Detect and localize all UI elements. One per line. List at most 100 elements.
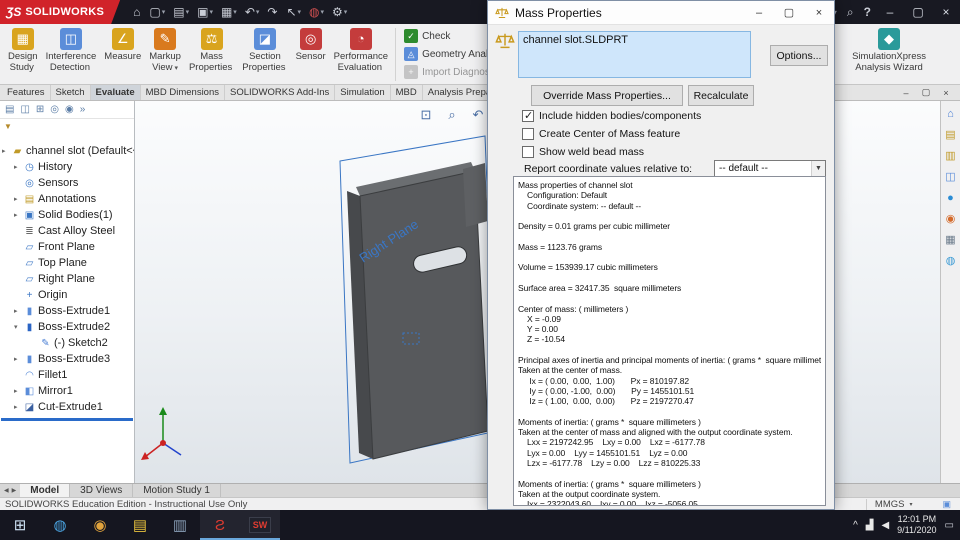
- expand-arrow-icon[interactable]: ▸: [14, 195, 23, 203]
- model-upright[interactable]: [463, 163, 488, 227]
- dropdown-caret-icon[interactable]: ▼: [811, 161, 825, 176]
- taskbar-item[interactable]: ▥: [160, 510, 200, 540]
- tree-item[interactable]: ▸ ◧ Mirror1: [0, 383, 134, 399]
- units-selector[interactable]: MMGS ▾: [865, 498, 912, 510]
- titlebar-tool-button[interactable]: ▤ ▾: [170, 3, 192, 21]
- model-tab[interactable]: Model: [20, 484, 71, 497]
- titlebar-tool-button[interactable]: ◍ ▾: [306, 3, 327, 21]
- window-control-button[interactable]: ▢: [904, 0, 932, 24]
- tree-item[interactable]: ▸ ◪ Cut-Extrude1: [0, 399, 134, 415]
- expand-arrow-icon[interactable]: ▸: [2, 147, 11, 155]
- manager-tab-icon[interactable]: ▤: [5, 104, 14, 115]
- ribbon-button[interactable]: ◎ Sensor: [292, 26, 330, 83]
- dialog-control-button[interactable]: –: [744, 1, 774, 24]
- command-tab[interactable]: SOLIDWORKS Add-Ins: [225, 85, 336, 100]
- ribbon-button[interactable]: ✎ Markup View ▾: [145, 26, 185, 83]
- expand-arrow-icon[interactable]: ▸: [14, 307, 23, 315]
- taskbar-item[interactable]: ⊞: [0, 510, 40, 540]
- dialog-checkbox[interactable]: Show weld bead mass: [522, 145, 701, 158]
- expand-arrow-icon[interactable]: ▸: [14, 211, 23, 219]
- command-tab[interactable]: Simulation: [335, 85, 391, 100]
- dialog-checkbox[interactable]: Include hidden bodies/components: [522, 109, 701, 122]
- doc-window-control-button[interactable]: ×: [938, 88, 954, 98]
- dialog-titlebar[interactable]: Mass Properties – ▢ ×: [488, 1, 834, 25]
- tree-item[interactable]: ▸ ▣ Solid Bodies(1): [0, 207, 134, 223]
- document-name-field[interactable]: channel slot.SLDPRT: [518, 31, 751, 78]
- tree-item[interactable]: ◠ Fillet1: [0, 367, 134, 383]
- headsup-icon[interactable]: ↶: [469, 106, 487, 124]
- tree-item[interactable]: ▸ ▮ Boss-Extrude3: [0, 351, 134, 367]
- taskbar-item[interactable]: ◍: [40, 510, 80, 540]
- tree-item[interactable]: ▱ Right Plane: [0, 271, 134, 287]
- mass-properties-results[interactable]: Mass properties of channel slot Configur…: [513, 176, 826, 506]
- checkbox-box[interactable]: [522, 109, 534, 122]
- override-mass-properties-button[interactable]: Override Mass Properties...: [531, 85, 683, 106]
- ribbon-button[interactable]: ◫ Interference Detection: [42, 26, 101, 83]
- titlebar-tool-button[interactable]: ↶ ▾: [242, 3, 263, 21]
- tab-scroll-icon[interactable]: ▶: [12, 487, 17, 494]
- command-tab[interactable]: MBD Dimensions: [141, 85, 226, 100]
- taskbar-item[interactable]: ◉: [80, 510, 120, 540]
- rollback-bar[interactable]: [1, 418, 133, 421]
- taskpane-icon[interactable]: ▦: [945, 235, 955, 246]
- dialog-control-button[interactable]: ▢: [774, 1, 804, 24]
- headsup-icon[interactable]: ⊡: [417, 106, 435, 124]
- ribbon-button[interactable]: ∠ Measure: [100, 26, 145, 83]
- expand-arrow-icon[interactable]: ▸: [14, 403, 23, 411]
- expand-arrow-icon[interactable]: ▾: [14, 323, 23, 331]
- tree-item[interactable]: ≣ Cast Alloy Steel: [0, 223, 134, 239]
- command-tab[interactable]: Features: [2, 85, 51, 100]
- tree-item[interactable]: ◎ Sensors: [0, 175, 134, 191]
- taskpane-icon[interactable]: ●: [947, 193, 954, 204]
- expand-arrow-icon[interactable]: ▸: [14, 387, 23, 395]
- titlebar-tool-button[interactable]: ⚙ ▾: [329, 3, 350, 21]
- manager-tab-icon[interactable]: »: [80, 104, 86, 115]
- tray-icon[interactable]: ▟: [866, 520, 874, 531]
- doc-window-control-button[interactable]: –: [898, 88, 914, 98]
- help-icon[interactable]: ?: [859, 5, 876, 19]
- expand-arrow-icon[interactable]: ▸: [14, 163, 23, 171]
- tree-item[interactable]: ▸ ▤ Annotations: [0, 191, 134, 207]
- checkbox-box[interactable]: [522, 127, 534, 140]
- checkbox-box[interactable]: [522, 145, 534, 158]
- headsup-icon[interactable]: ⌕: [443, 106, 461, 124]
- simulationxpress-button[interactable]: ◆ SimulationXpress Analysis Wizard: [848, 26, 930, 83]
- ribbon-button[interactable]: ◔ Performance Evaluation: [330, 26, 392, 83]
- window-control-button[interactable]: ×: [932, 0, 960, 24]
- action-center-icon[interactable]: ▭: [945, 520, 954, 531]
- tree-item[interactable]: ✎ (-) Sketch2: [0, 335, 134, 351]
- doc-window-control-button[interactable]: ▢: [918, 87, 934, 98]
- tree-item[interactable]: + Origin: [0, 287, 134, 303]
- titlebar-tool-button[interactable]: ↖ ▾: [283, 3, 304, 21]
- tray-icon[interactable]: ^: [853, 520, 858, 531]
- tree-item[interactable]: ▱ Top Plane: [0, 255, 134, 271]
- taskpane-icon[interactable]: ◍: [946, 256, 956, 267]
- options-button[interactable]: Options...: [770, 45, 828, 66]
- titlebar-tool-button[interactable]: ⌂: [130, 3, 144, 21]
- tree-item[interactable]: ▱ Front Plane: [0, 239, 134, 255]
- search-icon[interactable]: ⌕: [842, 5, 859, 20]
- taskpane-icon[interactable]: ◉: [946, 214, 956, 225]
- clock[interactable]: 12:01 PM 9/11/2020: [897, 514, 936, 536]
- manager-tab-icon[interactable]: ◉: [65, 104, 74, 115]
- model-tab[interactable]: 3D Views: [70, 484, 134, 497]
- titlebar-tool-button[interactable]: ▢ ▾: [146, 3, 168, 21]
- manager-tab-icon[interactable]: ◎: [50, 104, 59, 115]
- taskpane-icon[interactable]: ▥: [945, 151, 955, 162]
- window-control-button[interactable]: –: [876, 0, 904, 24]
- command-tab[interactable]: Evaluate: [90, 85, 141, 100]
- coordinate-system-dropdown[interactable]: -- default -- ▼: [714, 160, 826, 177]
- ribbon-button[interactable]: ⚖ Mass Properties: [185, 26, 238, 83]
- taskbar-item[interactable]: ▤: [120, 510, 160, 540]
- taskpane-icon[interactable]: ⌂: [947, 109, 954, 120]
- tree-item[interactable]: ▸ ▮ Boss-Extrude1: [0, 303, 134, 319]
- taskbar-item[interactable]: Ƨ: [200, 510, 240, 540]
- command-tab[interactable]: Sketch: [51, 85, 91, 100]
- taskpane-icon[interactable]: ▤: [945, 130, 955, 141]
- tab-scroll-icon[interactable]: ◀: [4, 487, 9, 494]
- command-tab[interactable]: MBD: [391, 85, 423, 100]
- ribbon-button[interactable]: ◪ Section Properties: [238, 26, 291, 83]
- taskbar-item[interactable]: SW: [240, 510, 280, 540]
- manager-tab-icon[interactable]: ⊞: [36, 104, 44, 115]
- filter-funnel-icon[interactable]: ▼: [4, 122, 12, 131]
